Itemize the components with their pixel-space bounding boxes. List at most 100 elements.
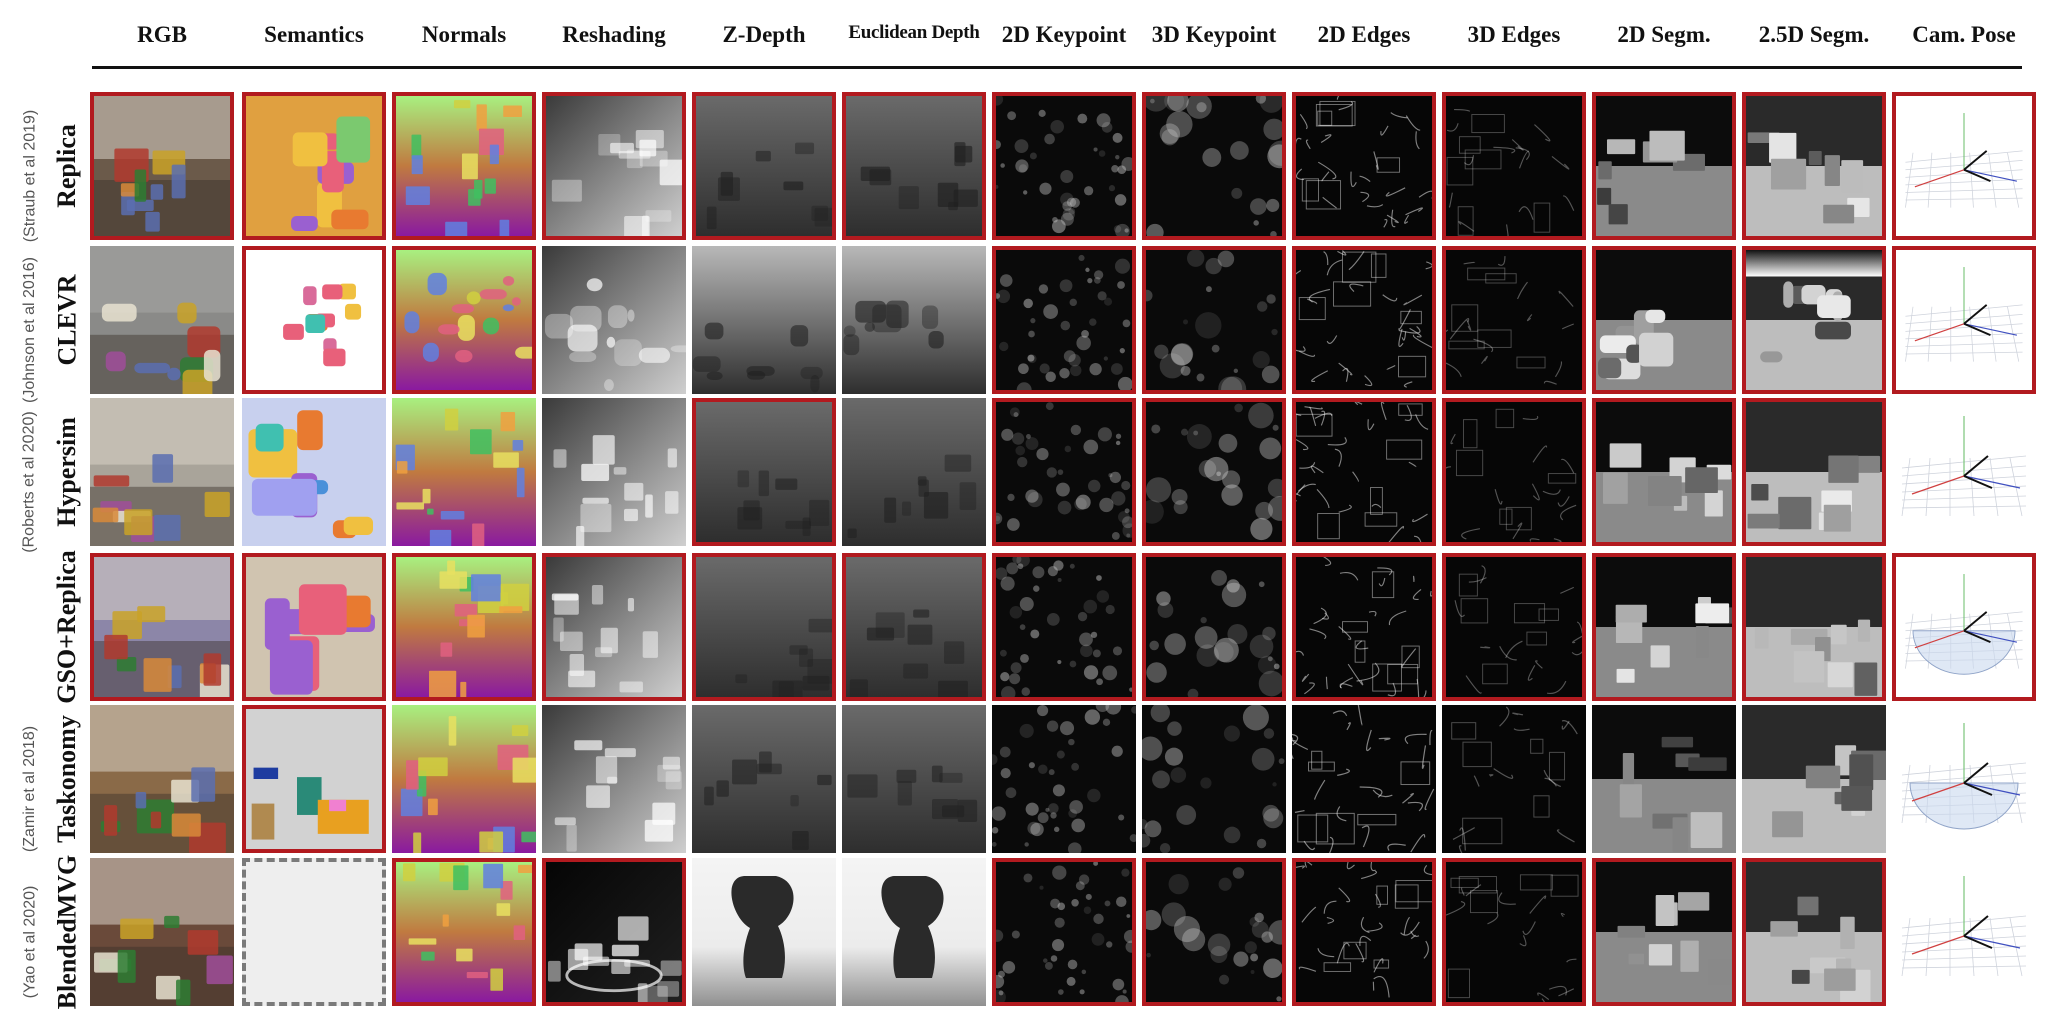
thumbnail-taskonomy-3d-keypoint [1142, 705, 1286, 853]
thumbnail-clevr-2d-segm [1592, 246, 1736, 394]
row-label-taskonomy: Taskonomy [52, 705, 82, 853]
2.5d-segm-image [1746, 402, 1882, 542]
thumbnail-taskonomy-normals [392, 705, 536, 853]
dataset-name: CLEVR [52, 274, 82, 366]
thumbnail-hypersim-euclidean-depth [842, 398, 986, 546]
thumbnail-gso-replica-cam-pose [1892, 553, 2036, 701]
z-depth-image [692, 246, 836, 394]
thumbnail-replica-2.5d-segm [1742, 92, 1886, 240]
euclidean-depth-image [842, 705, 986, 853]
reshading-image [546, 557, 682, 697]
thumbnail-taskonomy-rgb [90, 705, 234, 853]
3d-edges-image [1446, 862, 1582, 1002]
column-header-z-depth: Z-Depth [722, 22, 806, 47]
cam-pose-image [1892, 858, 2036, 1006]
thumbnail-taskonomy-2d-keypoint [992, 705, 1136, 853]
thumbnail-replica-cam-pose [1892, 92, 2036, 240]
reshading-image [542, 246, 686, 394]
thumbnail-replica-2d-edges [1292, 92, 1436, 240]
3d-edges-image [1446, 402, 1582, 542]
thumbnail-clevr-cam-pose [1892, 246, 2036, 394]
cam-pose-image [1896, 557, 2032, 697]
thumbnail-hypersim-2.5d-segm [1742, 398, 1886, 546]
thumbnail-taskonomy-semantics [242, 705, 386, 853]
thumbnail-replica-normals [392, 92, 536, 240]
z-depth-image [696, 96, 832, 236]
thumbnail-hypersim-3d-keypoint [1142, 398, 1286, 546]
figure: RGB Semantics Normals Reshading Z-Depth Eucli… [0, 0, 2048, 1024]
euclidean-depth-image [846, 96, 982, 236]
2d-keypoint-image [992, 705, 1136, 853]
citation-hypersim: (Roberts et al 2020) [18, 388, 42, 576]
semantics-image [246, 557, 382, 697]
reshading-image [546, 862, 682, 1002]
column-header-2d-edges: 2D Edges [1317, 22, 1411, 47]
column-header-reshading: Reshading [562, 22, 666, 47]
thumbnail-taskonomy-2d-edges [1292, 705, 1436, 853]
2d-edges-image [1296, 862, 1432, 1002]
2d-segm-image [1596, 862, 1732, 1002]
thumbnail-hypersim-reshading [542, 398, 686, 546]
thumbnail-blendedmvg-cam-pose [1892, 858, 2036, 1006]
thumbnail-gso-replica-rgb [90, 553, 234, 701]
thumbnail-blendedmvg-3d-keypoint [1142, 858, 1286, 1006]
2.5d-segm-image [1746, 862, 1882, 1002]
normals-image [396, 862, 532, 1002]
2d-keypoint-image [996, 557, 1132, 697]
2d-edges-image [1296, 250, 1432, 390]
2d-segm-image [1596, 96, 1732, 236]
cam-pose-image [1896, 96, 2032, 236]
2d-edges-image [1296, 96, 1432, 236]
2.5d-segm-image [1746, 557, 1882, 697]
cam-pose-image [1896, 250, 2032, 390]
semantics-image [246, 250, 382, 390]
thumbnail-hypersim-normals [392, 398, 536, 546]
reshading-image [542, 398, 686, 546]
normals-image [392, 398, 536, 546]
thumbnail-clevr-3d-edges [1442, 246, 1586, 394]
cam-pose-image [1892, 705, 2036, 853]
column-header-2.5d-segm: 2.5D Segm. [1758, 22, 1870, 47]
dataset-name: Replica [52, 124, 82, 208]
thumbnail-taskonomy-euclidean-depth [842, 705, 986, 853]
thumbnail-hypersim-3d-edges [1442, 398, 1586, 546]
citation-text: (Roberts et al 2020) [21, 411, 38, 553]
citation-text: (Johnson et al 2016) [21, 257, 38, 403]
z-depth-image [692, 705, 836, 853]
euclidean-depth-image [846, 557, 982, 697]
dataset-name: BlendedMVG [52, 854, 82, 1010]
column-header-3d-keypoint: 3D Keypoint [1151, 22, 1277, 47]
thumbnail-clevr-reshading [542, 246, 686, 394]
thumbnail-blendedmvg-2.5d-segm [1742, 858, 1886, 1006]
thumbnail-hypersim-z-depth [692, 398, 836, 546]
thumbnail-hypersim-2d-segm [1592, 398, 1736, 546]
thumbnail-clevr-2d-keypoint [992, 246, 1136, 394]
thumbnail-taskonomy-2.5d-segm [1742, 705, 1886, 853]
thumbnail-taskonomy-3d-edges [1442, 705, 1586, 853]
column-header-3d-edges: 3D Edges [1467, 22, 1561, 47]
2.5d-segm-image [1746, 96, 1882, 236]
euclidean-depth-image [842, 246, 986, 394]
reshading-image [542, 705, 686, 853]
2.5d-segm-image [1742, 705, 1886, 853]
3d-edges-image [1446, 250, 1582, 390]
thumbnail-clevr-z-depth [692, 246, 836, 394]
thumbnail-replica-semantics [242, 92, 386, 240]
euclidean-depth-image [842, 398, 986, 546]
3d-keypoint-image [1146, 557, 1282, 697]
thumbnail-gso-replica-semantics [242, 553, 386, 701]
semantics-image [246, 709, 382, 849]
thumbnail-hypersim-2d-keypoint [992, 398, 1136, 546]
2d-segm-image [1596, 250, 1732, 390]
thumbnail-hypersim-cam-pose [1892, 398, 2036, 546]
thumbnail-replica-rgb [90, 92, 234, 240]
thumbnail-clevr-euclidean-depth [842, 246, 986, 394]
column-header-2d-keypoint: 2D Keypoint [1001, 22, 1127, 47]
thumbnail-clevr-rgb [90, 246, 234, 394]
z-depth-image [696, 402, 832, 542]
cam-pose-image [1892, 398, 2036, 546]
dataset-name: GSO+Replica [52, 550, 81, 704]
thumbnail-replica-z-depth [692, 92, 836, 240]
thumbnail-gso-replica-reshading [542, 553, 686, 701]
2d-edges-image [1296, 557, 1432, 697]
